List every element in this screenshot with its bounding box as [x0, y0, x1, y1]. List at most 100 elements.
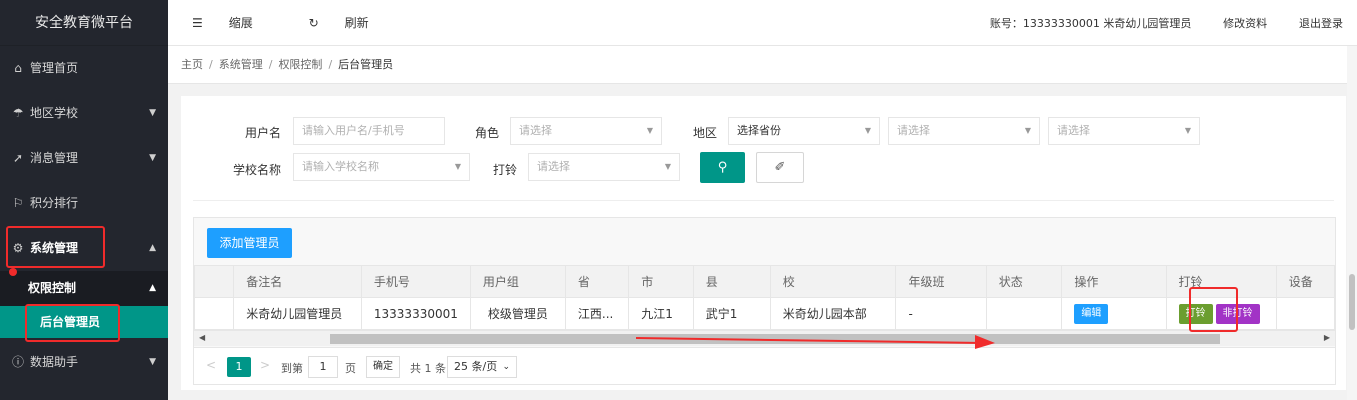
cell-name: 米奇幼儿园管理员: [233, 297, 362, 330]
pagination: < 1 > 到第 1 页 确定 共 1 条 25 条/页 ⌄: [194, 347, 1335, 384]
cell-group: 校级管理员: [469, 297, 566, 330]
annotation-dot: [9, 268, 17, 276]
sidebar-leaf-admins[interactable]: 后台管理员: [0, 306, 168, 338]
breadcrumb-permission[interactable]: 权限控制: [278, 58, 322, 71]
cell-county: 武宁1: [692, 297, 771, 330]
clear-button[interactable]: ✐: [756, 152, 804, 183]
col-header[interactable]: 省: [564, 265, 630, 298]
caret-up-icon: ▲: [149, 243, 156, 253]
school-name-input[interactable]: 请输入学校名称 ▼: [293, 153, 470, 181]
goto-label: 到第: [281, 362, 303, 375]
col-header[interactable]: 县: [692, 265, 771, 298]
cell-province: 江西...: [564, 297, 630, 330]
sidebar-item-points-ranking[interactable]: ⚐ 积分排行: [0, 181, 168, 226]
breadcrumb-current: 后台管理员: [338, 58, 394, 71]
divider: [193, 200, 1334, 201]
breadcrumb: 主页 / 系统管理 / 权限控制 / 后台管理员: [168, 46, 1357, 84]
send-icon: ➚: [12, 151, 24, 165]
refresh-button[interactable]: ↻ 刷新: [309, 16, 395, 30]
province-select[interactable]: 选择省份 ▼: [728, 117, 880, 145]
scroll-left-icon[interactable]: ◀: [199, 333, 205, 342]
cell-actions: 编辑: [1061, 297, 1167, 330]
scrollbar-thumb[interactable]: [1349, 274, 1355, 330]
cell-city: 九江1: [628, 297, 694, 330]
table-row: 米奇幼儿园管理员 13333330001 校级管理员 江西... 九江1 武宁1…: [194, 297, 1335, 330]
cell-school: 米奇幼儿园本部: [769, 297, 897, 330]
sidebar-item-label: 地区学校: [30, 106, 79, 120]
breadcrumb-home[interactable]: 主页: [181, 58, 203, 71]
search-button[interactable]: ⚲: [700, 152, 745, 183]
edit-button[interactable]: 编辑: [1074, 303, 1109, 324]
sidebar-item-system[interactable]: ⚙ 系统管理 ▲: [0, 226, 168, 271]
add-admin-button[interactable]: 添加管理员: [207, 228, 292, 258]
goto-page-input[interactable]: 1: [308, 356, 338, 378]
sidebar-item-label: 消息管理: [30, 151, 79, 165]
sidebar-item-region-school[interactable]: ☂ 地区学校 ▼: [0, 91, 168, 136]
page-unit-label: 页: [345, 362, 356, 375]
edit-profile-link[interactable]: 修改资料: [1223, 17, 1267, 30]
region-label: 地区: [692, 126, 717, 140]
admin-table-panel: 添加管理员 备注名 手机号 用户组 省 市 县 校 年级班 状态 操作 打铃 设…: [193, 217, 1336, 385]
sidebar-subitem-label: 权限控制: [28, 281, 77, 295]
chevron-down-icon: ▼: [864, 126, 871, 135]
cell-phone: 13333330001: [360, 297, 471, 330]
annotation-arrow: [635, 335, 995, 349]
logout-link[interactable]: 退出登录: [1299, 17, 1343, 30]
sidebar-subitem-permission[interactable]: 权限控制 ▲: [0, 271, 168, 306]
row-checkbox-cell: [194, 297, 235, 330]
role-label: 角色: [474, 126, 499, 140]
col-header[interactable]: 年级班: [895, 265, 987, 298]
ring-select[interactable]: 请选择 ▼: [528, 153, 680, 181]
role-select[interactable]: 请选择 ▼: [510, 117, 662, 145]
col-header[interactable]: 设备: [1275, 265, 1335, 298]
info-icon: ⓘ: [11, 355, 24, 369]
col-header[interactable]: 市: [628, 265, 694, 298]
sidebar-item-messages[interactable]: ➚ 消息管理 ▼: [0, 136, 168, 181]
city-select[interactable]: 请选择 ▼: [888, 117, 1040, 145]
breadcrumb-system[interactable]: 系统管理: [219, 58, 263, 71]
col-header[interactable]: 状态: [985, 265, 1063, 298]
col-checkbox: [194, 265, 235, 298]
next-page-icon[interactable]: >: [260, 358, 270, 372]
flag-icon: ⚐: [12, 196, 24, 210]
chevron-down-icon: ▼: [646, 126, 653, 135]
col-header[interactable]: 用户组: [469, 265, 566, 298]
table-header-row: 备注名 手机号 用户组 省 市 县 校 年级班 状态 操作 打铃 设备: [194, 265, 1335, 298]
col-header[interactable]: 备注名: [233, 265, 362, 298]
refresh-icon: ↻: [308, 16, 319, 30]
col-header[interactable]: 手机号: [360, 265, 471, 298]
username-label: 用户名: [244, 126, 281, 140]
page-vertical-scrollbar[interactable]: [1347, 46, 1357, 400]
col-header[interactable]: 打铃: [1165, 265, 1277, 298]
page-size-select[interactable]: 25 条/页 ⌄: [447, 356, 517, 378]
app-title: 安全教育微平台: [0, 0, 168, 46]
sidebar-item-label: 系统管理: [30, 241, 79, 255]
school-name-label: 学校名称: [232, 163, 281, 177]
cell-device: [1275, 297, 1335, 330]
caret-down-icon: ▼: [149, 357, 156, 367]
ring-label: 打铃: [492, 163, 517, 177]
current-page[interactable]: 1: [227, 357, 251, 377]
search-icon: ⚲: [717, 160, 728, 175]
collapse-button[interactable]: ☰ 缩展: [192, 16, 279, 30]
username-input[interactable]: 请输入用户名/手机号: [293, 117, 445, 145]
sidebar-item-home[interactable]: ⌂ 管理首页: [0, 46, 168, 91]
goto-confirm-button[interactable]: 确定: [366, 356, 400, 378]
chevron-down-icon: ▼: [664, 162, 671, 171]
no-ring-button[interactable]: 非打铃: [1215, 303, 1260, 324]
ring-button[interactable]: 打铃: [1178, 303, 1213, 324]
col-header[interactable]: 操作: [1061, 265, 1167, 298]
account-info: 账号：13333330001 米奇幼儿园管理员: [989, 17, 1192, 30]
prev-page-icon[interactable]: <: [206, 358, 216, 372]
cell-grade: -: [895, 297, 987, 330]
scroll-right-icon[interactable]: ▶: [1324, 333, 1330, 342]
caret-down-icon: ▼: [149, 153, 156, 163]
col-header[interactable]: 校: [769, 265, 897, 298]
sidebar-item-data-assistant[interactable]: ⓘ 数据助手 ▼: [0, 340, 168, 385]
chevron-down-icon: ▼: [1024, 126, 1031, 135]
caret-up-icon: ▲: [149, 283, 156, 293]
admin-table: 备注名 手机号 用户组 省 市 县 校 年级班 状态 操作 打铃 设备 米奇幼儿…: [194, 265, 1335, 330]
cell-ring: 打铃 非打铃: [1165, 297, 1277, 330]
chevron-down-icon: ▼: [1184, 126, 1191, 135]
county-select[interactable]: 请选择 ▼: [1048, 117, 1200, 145]
